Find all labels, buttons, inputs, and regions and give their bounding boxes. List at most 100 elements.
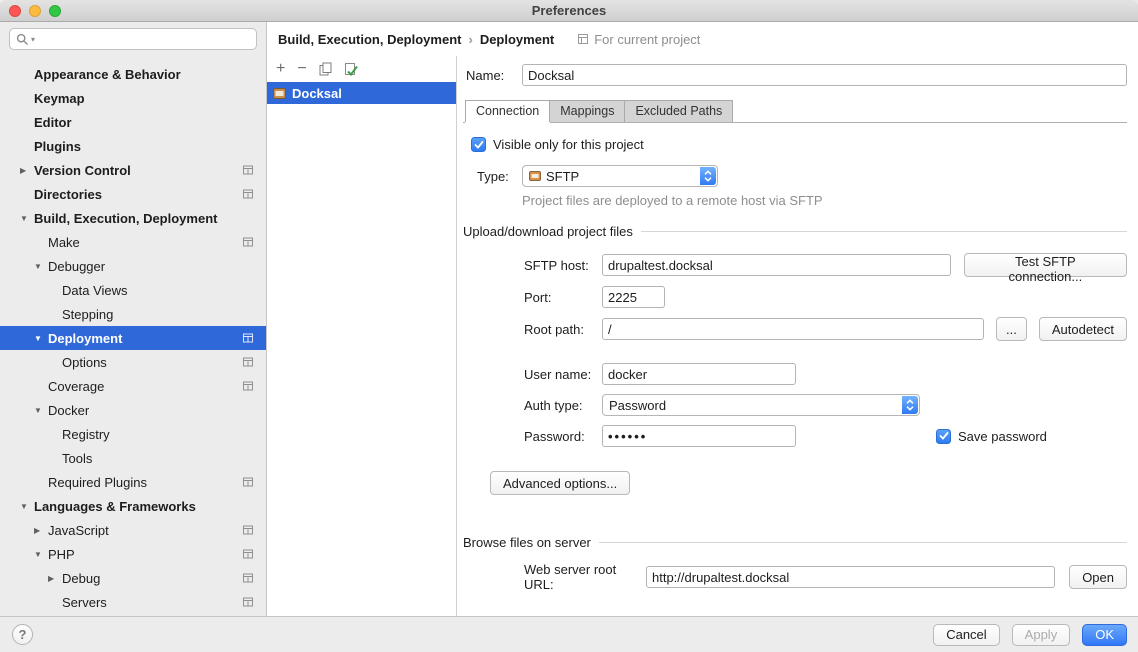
root-path-input[interactable] xyxy=(602,318,984,340)
port-row: Port: xyxy=(524,286,1127,308)
sftp-host-input[interactable] xyxy=(602,254,951,276)
root-path-label: Root path: xyxy=(524,322,602,337)
sidebar-item-label: PHP xyxy=(48,547,75,562)
current-project-icon xyxy=(242,164,254,176)
current-project-icon xyxy=(242,572,254,584)
dialog-footer: ? Cancel Apply OK xyxy=(0,616,1138,652)
tab-excluded-paths[interactable]: Excluded Paths xyxy=(624,100,733,122)
sidebar-item-tools[interactable]: Tools xyxy=(0,446,266,470)
open-button[interactable]: Open xyxy=(1069,565,1127,589)
cancel-button[interactable]: Cancel xyxy=(933,624,999,646)
chevron-down-icon[interactable]: ▼ xyxy=(34,550,48,559)
sidebar-item-stepping[interactable]: Stepping xyxy=(0,302,266,326)
sidebar-item-coverage[interactable]: Coverage xyxy=(0,374,266,398)
add-server-icon[interactable]: + xyxy=(276,61,285,77)
password-row: Password: Save password xyxy=(524,425,1127,447)
help-button[interactable]: ? xyxy=(12,624,33,645)
user-name-input[interactable] xyxy=(602,363,796,385)
connection-tab-content: Visible only for this project Type: SFTP xyxy=(463,137,1127,592)
tab-connection[interactable]: Connection xyxy=(465,100,550,122)
copy-server-icon[interactable] xyxy=(319,62,332,76)
settings-search-input[interactable] xyxy=(37,32,250,47)
server-list-item-docksal[interactable]: Docksal xyxy=(267,82,456,104)
sidebar-item-debug[interactable]: ▶Debug xyxy=(0,566,266,590)
chevron-right-icon[interactable]: ▶ xyxy=(48,574,62,583)
save-password-checkbox[interactable] xyxy=(936,429,951,444)
auth-type-label: Auth type: xyxy=(524,398,602,413)
web-root-input[interactable] xyxy=(646,566,1055,588)
sidebar-item-appearance-behavior[interactable]: Appearance & Behavior xyxy=(0,62,266,86)
sidebar-item-label: Plugins xyxy=(34,139,81,154)
chevron-down-icon[interactable]: ▼ xyxy=(20,502,34,511)
sidebar-item-directories[interactable]: Directories xyxy=(0,182,266,206)
test-sftp-connection-button[interactable]: Test SFTP connection... xyxy=(964,253,1127,277)
upload-section-header: Upload/download project files xyxy=(463,224,1127,239)
password-input[interactable] xyxy=(602,425,796,447)
type-select[interactable]: SFTP xyxy=(522,165,718,187)
sidebar-item-registry[interactable]: Registry xyxy=(0,422,266,446)
ok-button[interactable]: OK xyxy=(1082,624,1127,646)
sidebar-item-label: Coverage xyxy=(48,379,104,394)
sidebar-item-build-execution-deployment[interactable]: ▼Build, Execution, Deployment xyxy=(0,206,266,230)
tab-mappings[interactable]: Mappings xyxy=(549,100,625,122)
sidebar-item-languages-frameworks[interactable]: ▼Languages & Frameworks xyxy=(0,494,266,518)
sidebar-item-label: Data Views xyxy=(62,283,128,298)
sidebar-item-label: Registry xyxy=(62,427,110,442)
server-list-panel: + − Docksa xyxy=(267,56,457,616)
sidebar-item-options[interactable]: Options xyxy=(0,350,266,374)
chevron-down-icon[interactable]: ▼ xyxy=(34,334,48,343)
sftp-host-row: SFTP host: Test SFTP connection... xyxy=(524,253,1127,277)
breadcrumb-segment-root[interactable]: Build, Execution, Deployment xyxy=(278,32,461,47)
apply-button[interactable]: Apply xyxy=(1012,624,1071,646)
breadcrumb-segment-current: Deployment xyxy=(480,32,554,47)
server-list-toolbar: + − xyxy=(267,56,456,82)
for-current-project-icon xyxy=(577,33,589,45)
sidebar-item-label: Languages & Frameworks xyxy=(34,499,196,514)
chevron-down-icon[interactable]: ▼ xyxy=(34,406,48,415)
sidebar-item-required-plugins[interactable]: Required Plugins xyxy=(0,470,266,494)
advanced-options-button[interactable]: Advanced options... xyxy=(490,471,630,495)
server-name: Docksal xyxy=(292,86,342,101)
user-name-row: User name: xyxy=(524,363,1127,385)
root-path-row: Root path: ... Autodetect xyxy=(524,317,1127,341)
current-project-icon xyxy=(242,380,254,392)
sidebar-item-plugins[interactable]: Plugins xyxy=(0,134,266,158)
current-project-icon xyxy=(242,356,254,368)
sidebar-item-debugger[interactable]: ▼Debugger xyxy=(0,254,266,278)
sidebar-item-keymap[interactable]: Keymap xyxy=(0,86,266,110)
current-project-icon xyxy=(242,548,254,560)
sidebar-item-javascript[interactable]: ▶JavaScript xyxy=(0,518,266,542)
use-as-default-icon[interactable] xyxy=(344,62,358,76)
sidebar-item-docker[interactable]: ▼Docker xyxy=(0,398,266,422)
settings-search-box[interactable]: ▾ xyxy=(9,28,257,50)
settings-sidebar: ▾ Appearance & Behavior KeymapEditor Plugi… xyxy=(0,22,267,616)
browse-root-path-button[interactable]: ... xyxy=(996,317,1027,341)
auth-type-select[interactable]: Password xyxy=(602,394,920,416)
upload-section-title: Upload/download project files xyxy=(463,224,633,239)
sidebar-item-php[interactable]: ▼PHP xyxy=(0,542,266,566)
sidebar-item-deployment[interactable]: ▼Deployment xyxy=(0,326,266,350)
user-name-label: User name: xyxy=(524,367,602,382)
scope-indicator: For current project xyxy=(577,32,700,47)
autodetect-button[interactable]: Autodetect xyxy=(1039,317,1127,341)
chevron-down-icon[interactable]: ▼ xyxy=(20,214,34,223)
sidebar-item-editor[interactable]: Editor xyxy=(0,110,266,134)
sidebar-item-label: Appearance & Behavior xyxy=(34,67,181,82)
settings-tree: Appearance & Behavior KeymapEditor Plugins… xyxy=(0,62,266,616)
chevron-right-icon[interactable]: ▶ xyxy=(20,166,34,175)
sidebar-item-data-views[interactable]: Data Views xyxy=(0,278,266,302)
dropdown-stepper-icon xyxy=(902,396,918,414)
chevron-down-icon[interactable]: ▼ xyxy=(34,262,48,271)
visible-only-checkbox[interactable] xyxy=(471,137,486,152)
sidebar-item-servers[interactable]: Servers xyxy=(0,590,266,614)
sidebar-item-make[interactable]: Make xyxy=(0,230,266,254)
name-input[interactable] xyxy=(522,64,1127,86)
chevron-right-icon[interactable]: ▶ xyxy=(34,526,48,535)
port-input[interactable] xyxy=(602,286,665,308)
window-title: Preferences xyxy=(0,3,1138,18)
browse-section-header: Browse files on server xyxy=(463,535,1127,550)
remove-server-icon[interactable]: − xyxy=(297,61,306,77)
breadcrumb-separator-icon: › xyxy=(468,32,472,47)
sidebar-item-version-control[interactable]: ▶Version Control xyxy=(0,158,266,182)
sftp-host-label: SFTP host: xyxy=(524,258,602,273)
